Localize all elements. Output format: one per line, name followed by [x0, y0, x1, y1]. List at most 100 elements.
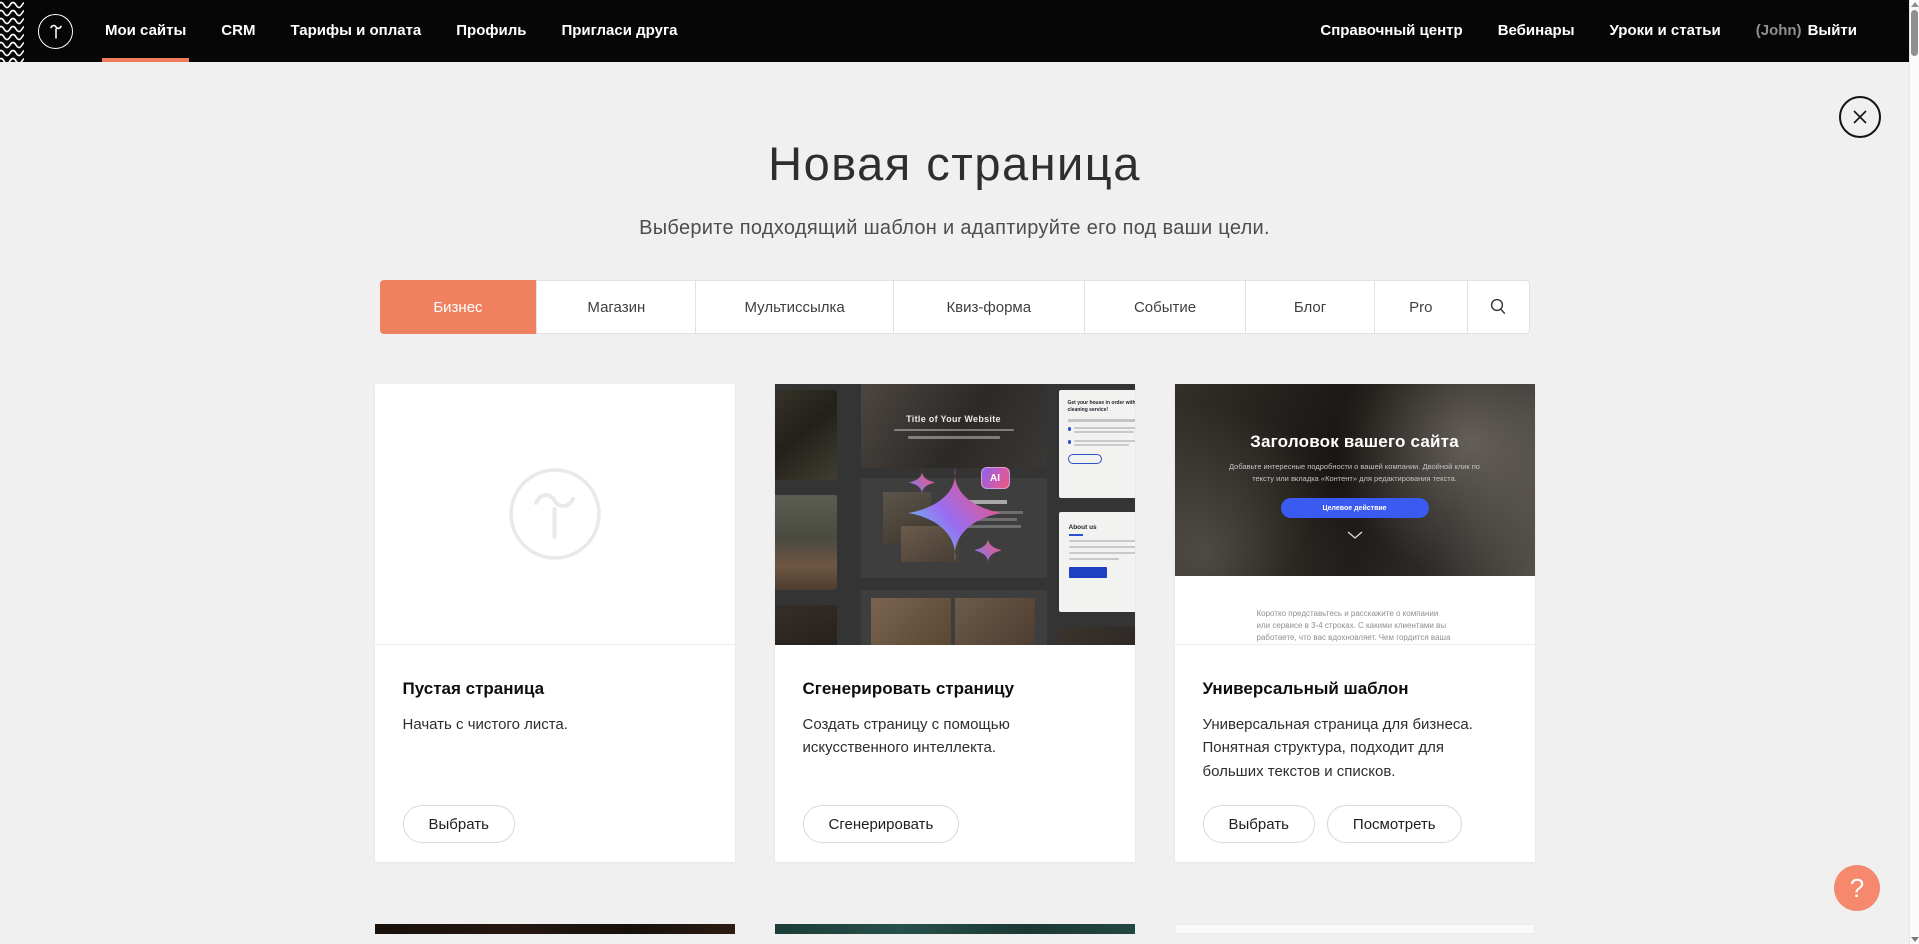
template-card-ai-generate: Title of Your Website Get — [775, 384, 1135, 862]
collage-gallery-photo — [871, 598, 951, 645]
card-title: Сгенерировать страницу — [803, 679, 1107, 699]
collage-hero-tile: Title of Your Website — [861, 384, 1047, 468]
template-category-tabs: Бизнес Магазин Мультиссылка Квиз-форма С… — [380, 280, 1530, 334]
template-card-next-row[interactable] — [775, 924, 1135, 934]
close-icon — [1851, 108, 1869, 126]
card-actions: Выбрать Посмотреть — [1203, 805, 1462, 843]
nav-item-help-center[interactable]: Справочный центр — [1320, 0, 1462, 62]
ai-template-preview[interactable]: Title of Your Website Get — [775, 384, 1135, 645]
tab-event[interactable]: Событие — [1084, 281, 1246, 333]
skeleton-line — [908, 436, 1000, 439]
tab-business[interactable]: Бизнес — [380, 280, 537, 334]
skeleton-line — [953, 518, 1017, 521]
blank-template-preview[interactable] — [375, 384, 735, 645]
collage-about-title: About us — [1069, 524, 1135, 531]
nav-item-crm[interactable]: CRM — [221, 0, 255, 62]
bullet-row — [1068, 440, 1135, 448]
new-page-dialog: Новая страница Выберите подходящий шабло… — [0, 62, 1909, 944]
card-title: Универсальный шаблон — [1203, 679, 1507, 699]
collage-photo-people — [775, 605, 837, 645]
card-description: Начать с чистого листа. — [403, 713, 703, 736]
bullet-icon — [1068, 440, 1072, 444]
tab-shop[interactable]: Магазин — [536, 281, 695, 333]
page-subtitle: Выберите подходящий шаблон и адаптируйте… — [0, 217, 1909, 240]
bullet-icon — [1068, 427, 1072, 431]
logout-link[interactable]: Выйти — [1808, 0, 1857, 62]
search-tab[interactable] — [1467, 281, 1529, 333]
template-body-section: Коротко представьтесь и расскажите о ком… — [1175, 576, 1535, 645]
mini-outline-button — [1068, 454, 1102, 464]
card-actions: Выбрать — [403, 805, 515, 843]
collage-about-card: About us — [1059, 512, 1135, 612]
card-actions: Сгенерировать — [803, 805, 960, 843]
skeleton-line — [1069, 540, 1135, 542]
nav-item-my-sites[interactable]: Мои сайты — [105, 0, 186, 62]
tilda-logo[interactable] — [38, 14, 73, 49]
skeleton-line — [1069, 558, 1119, 560]
card-info: Универсальный шаблон Универсальная стран… — [1175, 645, 1535, 862]
card-title: Пустая страница — [403, 679, 707, 699]
ai-badge: AI — [981, 467, 1010, 489]
skeleton-line — [1069, 552, 1135, 554]
nav-item-lessons[interactable]: Уроки и статьи — [1610, 0, 1721, 62]
card-description: Создать страницу с помощью искусственног… — [803, 713, 1103, 760]
choose-button[interactable]: Выбрать — [403, 805, 515, 843]
skeleton-line — [953, 511, 1023, 514]
accent-underline — [1069, 534, 1083, 536]
page-title: Новая страница — [0, 136, 1909, 191]
universal-template-preview[interactable]: Заголовок вашего сайта Добавьте интересн… — [1175, 384, 1535, 645]
scrollbar-thumb[interactable] — [1911, 10, 1918, 56]
bullet-row — [1068, 427, 1135, 435]
collage-photo-livingroom — [775, 495, 837, 590]
tab-quiz-form[interactable]: Квиз-форма — [893, 281, 1084, 333]
choose-button[interactable]: Выбрать — [1203, 805, 1315, 843]
collage-service-title: Get your house in order with a smart cle… — [1068, 400, 1135, 414]
collage-feature-tile — [861, 478, 1047, 578]
tilda-logo-icon — [45, 20, 67, 42]
template-card-next-row[interactable] — [1175, 924, 1535, 934]
template-cta-button: Целевое действие — [1281, 498, 1429, 518]
close-button[interactable] — [1839, 96, 1881, 138]
template-card-universal: Заголовок вашего сайта Добавьте интересн… — [1175, 384, 1535, 862]
preview-button[interactable]: Посмотреть — [1327, 805, 1462, 843]
collage-gallery-tile — [861, 590, 1047, 645]
card-description: Универсальная страница для бизнеса. Поня… — [1203, 713, 1503, 783]
search-icon — [1488, 297, 1508, 317]
nav-item-invite-friend[interactable]: Пригласи друга — [561, 0, 677, 62]
collage-site-title: Title of Your Website — [906, 414, 1001, 424]
page-scrollbar[interactable] — [1909, 0, 1919, 944]
template-hero-title: Заголовок вашего сайта — [1175, 432, 1535, 452]
nav-item-tariffs[interactable]: Тарифы и оплата — [290, 0, 421, 62]
skeleton-line — [894, 429, 1014, 432]
template-card-next-row[interactable] — [375, 924, 735, 934]
skeleton-line — [1069, 546, 1135, 548]
nav-item-profile[interactable]: Профиль — [456, 0, 526, 62]
card-info: Пустая страница Начать с чистого листа. … — [375, 645, 735, 862]
collage-photo-small — [1059, 626, 1135, 645]
collage-service-card: Get your house in order with a smart cle… — [1059, 390, 1135, 498]
generate-button[interactable]: Сгенерировать — [803, 805, 960, 843]
template-grid: Пустая страница Начать с чистого листа. … — [375, 384, 1535, 934]
scrollbar-down-arrow[interactable] — [1911, 937, 1919, 942]
zigzag-pattern-decoration — [0, 0, 24, 62]
tilda-watermark-icon — [508, 467, 602, 561]
template-body-text: Коротко представьтесь и расскажите о ком… — [1257, 608, 1453, 645]
navbar-right-menu: Справочный центр Вебинары Уроки и статьи… — [1320, 0, 1857, 62]
top-navbar: Мои сайты CRM Тарифы и оплата Профиль Пр… — [0, 0, 1909, 62]
help-button[interactable]: ? — [1834, 865, 1880, 911]
template-card-blank: Пустая страница Начать с чистого листа. … — [375, 384, 735, 862]
chevron-down-icon — [1347, 531, 1363, 539]
card-info: Сгенерировать страницу Создать страницу … — [775, 645, 1135, 862]
tab-pro[interactable]: Pro — [1374, 281, 1467, 333]
navbar-left-menu: Мои сайты CRM Тарифы и оплата Профиль Пр… — [105, 0, 678, 62]
skeleton-line — [953, 525, 1021, 528]
collage-feature-image — [901, 526, 959, 562]
scrollbar-up-arrow[interactable] — [1911, 2, 1919, 7]
mini-blue-button — [1069, 567, 1107, 578]
template-hero-subtitle: Добавьте интересные подробности о вашей … — [1219, 461, 1491, 484]
tab-multilink[interactable]: Мультиссылка — [695, 281, 893, 333]
user-name: (John) — [1756, 0, 1802, 62]
nav-item-webinars[interactable]: Вебинары — [1498, 0, 1575, 62]
template-hero-section: Заголовок вашего сайта Добавьте интересн… — [1175, 384, 1535, 576]
tab-blog[interactable]: Блог — [1245, 281, 1373, 333]
